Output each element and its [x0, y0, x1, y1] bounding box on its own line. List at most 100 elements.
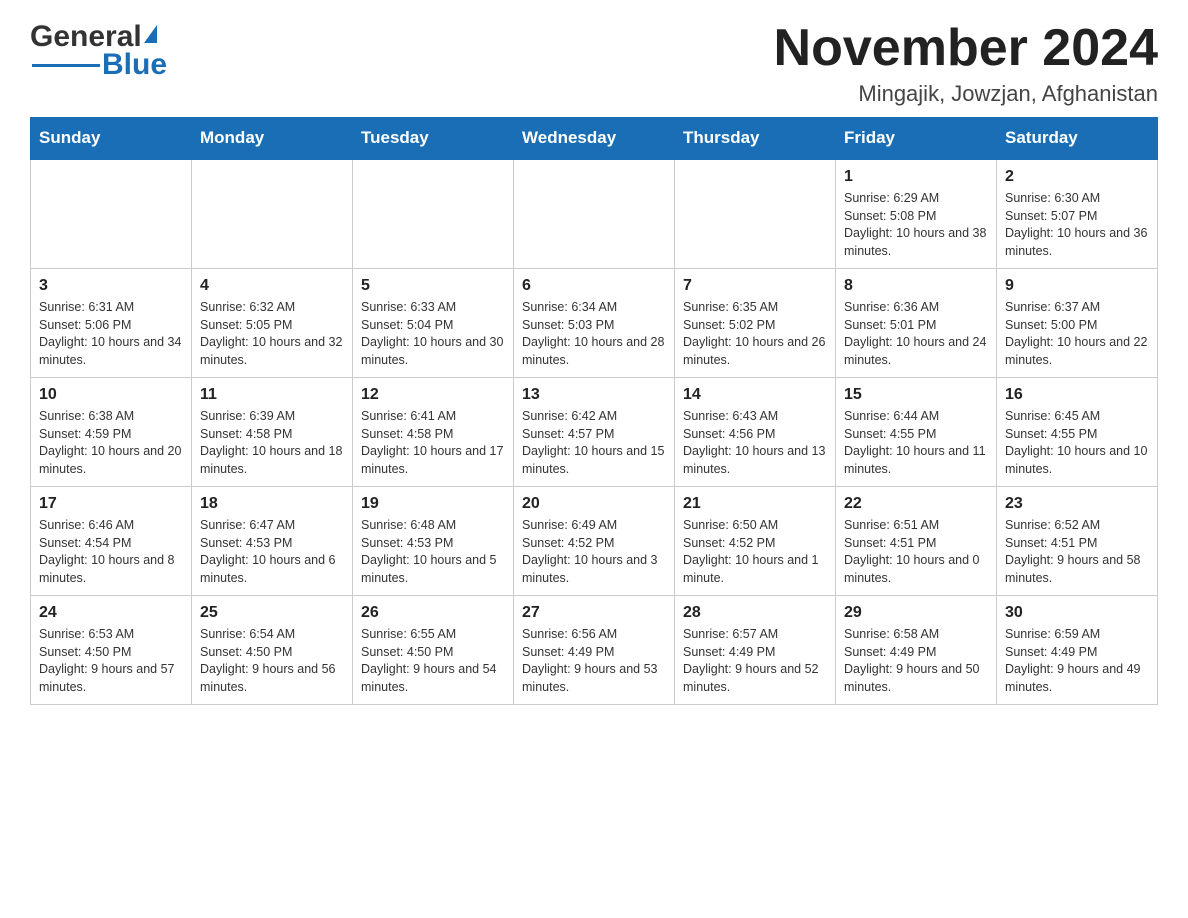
day-number: 24 — [39, 604, 183, 622]
calendar-cell: 25 Sunrise: 6:54 AMSunset: 4:50 PMDayligh… — [192, 596, 353, 705]
calendar-cell: 23 Sunrise: 6:52 AMSunset: 4:51 PMDayligh… — [997, 487, 1158, 596]
calendar-cell: 29 Sunrise: 6:58 AMSunset: 4:49 PMDayligh… — [836, 596, 997, 705]
calendar-cell: 10 Sunrise: 6:38 AMSunset: 4:59 PMDayligh… — [31, 378, 192, 487]
calendar-cell: 18 Sunrise: 6:47 AMSunset: 4:53 PMDayligh… — [192, 487, 353, 596]
calendar-header-friday: Friday — [836, 118, 997, 160]
day-info: Sunrise: 6:47 AMSunset: 4:53 PMDaylight:… — [200, 517, 344, 587]
day-number: 30 — [1005, 604, 1149, 622]
day-info: Sunrise: 6:42 AMSunset: 4:57 PMDaylight:… — [522, 408, 666, 478]
calendar-cell: 27Sunrise: 6:56 AMSunset: 4:49 PMDayligh… — [514, 596, 675, 705]
calendar-cell: 3Sunrise: 6:31 AMSunset: 5:06 PMDaylight… — [31, 269, 192, 378]
day-number: 16 — [1005, 386, 1149, 404]
calendar-cell: 11 Sunrise: 6:39 AMSunset: 4:58 PMDayligh… — [192, 378, 353, 487]
day-info: Sunrise: 6:53 AMSunset: 4:50 PMDaylight:… — [39, 626, 183, 696]
day-number: 3 — [39, 277, 183, 295]
day-number: 18 — [200, 495, 344, 513]
day-number: 28 — [683, 604, 827, 622]
calendar-cell: 20 Sunrise: 6:49 AMSunset: 4:52 PMDayligh… — [514, 487, 675, 596]
day-number: 23 — [1005, 495, 1149, 513]
calendar-week-2: 3Sunrise: 6:31 AMSunset: 5:06 PMDaylight… — [31, 269, 1158, 378]
day-number: 2 — [1005, 168, 1149, 186]
day-info: Sunrise: 6:52 AMSunset: 4:51 PMDaylight:… — [1005, 517, 1149, 587]
day-number: 7 — [683, 277, 827, 295]
day-number: 8 — [844, 277, 988, 295]
calendar-cell: 2 Sunrise: 6:30 AMSunset: 5:07 PMDaylight… — [997, 159, 1158, 269]
calendar-table: SundayMondayTuesdayWednesdayThursdayFrid… — [30, 117, 1158, 705]
calendar-cell: 30 Sunrise: 6:59 AMSunset: 4:49 PMDayligh… — [997, 596, 1158, 705]
day-number: 12 — [361, 386, 505, 404]
calendar-week-3: 10 Sunrise: 6:38 AMSunset: 4:59 PMDayligh… — [31, 378, 1158, 487]
day-info: Sunrise: 6:39 AMSunset: 4:58 PMDaylight:… — [200, 408, 344, 478]
logo-underline — [32, 64, 100, 67]
day-info: Sunrise: 6:41 AMSunset: 4:58 PMDaylight:… — [361, 408, 505, 478]
calendar-cell — [514, 159, 675, 269]
day-info: Sunrise: 6:32 AMSunset: 5:05 PMDaylight:… — [200, 299, 344, 369]
calendar-week-1: 1 Sunrise: 6:29 AMSunset: 5:08 PMDaylight… — [31, 159, 1158, 269]
calendar-cell: 21Sunrise: 6:50 AMSunset: 4:52 PMDayligh… — [675, 487, 836, 596]
calendar-header-tuesday: Tuesday — [353, 118, 514, 160]
day-number: 29 — [844, 604, 988, 622]
day-number: 11 — [200, 386, 344, 404]
day-number: 20 — [522, 495, 666, 513]
day-number: 1 — [844, 168, 988, 186]
calendar-cell: 19 Sunrise: 6:48 AMSunset: 4:53 PMDayligh… — [353, 487, 514, 596]
calendar-header-thursday: Thursday — [675, 118, 836, 160]
day-info: Sunrise: 6:46 AMSunset: 4:54 PMDaylight:… — [39, 517, 183, 587]
day-info: Sunrise: 6:54 AMSunset: 4:50 PMDaylight:… — [200, 626, 344, 696]
day-number: 10 — [39, 386, 183, 404]
calendar-header-saturday: Saturday — [997, 118, 1158, 160]
day-number: 14 — [683, 386, 827, 404]
calendar-week-5: 24 Sunrise: 6:53 AMSunset: 4:50 PMDayligh… — [31, 596, 1158, 705]
calendar-cell: 15Sunrise: 6:44 AMSunset: 4:55 PMDayligh… — [836, 378, 997, 487]
day-number: 9 — [1005, 277, 1149, 295]
day-info: Sunrise: 6:36 AMSunset: 5:01 PMDaylight:… — [844, 299, 988, 369]
day-info: Sunrise: 6:57 AMSunset: 4:49 PMDaylight:… — [683, 626, 827, 696]
day-number: 25 — [200, 604, 344, 622]
calendar-cell — [192, 159, 353, 269]
day-number: 17 — [39, 495, 183, 513]
day-info: Sunrise: 6:50 AMSunset: 4:52 PMDaylight:… — [683, 517, 827, 587]
calendar-cell: 8 Sunrise: 6:36 AMSunset: 5:01 PMDaylight… — [836, 269, 997, 378]
logo-triangle-icon — [144, 25, 157, 43]
calendar-header-sunday: Sunday — [31, 118, 192, 160]
calendar-cell — [675, 159, 836, 269]
day-info: Sunrise: 6:43 AMSunset: 4:56 PMDaylight:… — [683, 408, 827, 478]
day-info: Sunrise: 6:29 AMSunset: 5:08 PMDaylight:… — [844, 190, 988, 260]
calendar-header-row: SundayMondayTuesdayWednesdayThursdayFrid… — [31, 118, 1158, 160]
calendar-cell: 12 Sunrise: 6:41 AMSunset: 4:58 PMDayligh… — [353, 378, 514, 487]
calendar-cell: 16 Sunrise: 6:45 AMSunset: 4:55 PMDayligh… — [997, 378, 1158, 487]
day-number: 5 — [361, 277, 505, 295]
day-info: Sunrise: 6:44 AMSunset: 4:55 PMDaylight:… — [844, 408, 988, 478]
calendar-cell — [31, 159, 192, 269]
day-info: Sunrise: 6:49 AMSunset: 4:52 PMDaylight:… — [522, 517, 666, 587]
day-info: Sunrise: 6:48 AMSunset: 4:53 PMDaylight:… — [361, 517, 505, 587]
day-number: 27 — [522, 604, 666, 622]
calendar-cell: 6Sunrise: 6:34 AMSunset: 5:03 PMDaylight… — [514, 269, 675, 378]
calendar-cell: 1 Sunrise: 6:29 AMSunset: 5:08 PMDaylight… — [836, 159, 997, 269]
day-info: Sunrise: 6:38 AMSunset: 4:59 PMDaylight:… — [39, 408, 183, 478]
logo: General Blue — [30, 20, 167, 80]
day-info: Sunrise: 6:59 AMSunset: 4:49 PMDaylight:… — [1005, 626, 1149, 696]
day-info: Sunrise: 6:51 AMSunset: 4:51 PMDaylight:… — [844, 517, 988, 587]
day-info: Sunrise: 6:45 AMSunset: 4:55 PMDaylight:… — [1005, 408, 1149, 478]
calendar-week-4: 17 Sunrise: 6:46 AMSunset: 4:54 PMDayligh… — [31, 487, 1158, 596]
day-number: 13 — [522, 386, 666, 404]
day-number: 22 — [844, 495, 988, 513]
day-number: 19 — [361, 495, 505, 513]
day-info: Sunrise: 6:34 AMSunset: 5:03 PMDaylight:… — [522, 299, 666, 369]
calendar-cell: 28 Sunrise: 6:57 AMSunset: 4:49 PMDayligh… — [675, 596, 836, 705]
calendar-cell: 24 Sunrise: 6:53 AMSunset: 4:50 PMDayligh… — [31, 596, 192, 705]
day-info: Sunrise: 6:30 AMSunset: 5:07 PMDaylight:… — [1005, 190, 1149, 260]
day-info: Sunrise: 6:58 AMSunset: 4:49 PMDaylight:… — [844, 626, 988, 696]
main-title: November 2024 — [774, 20, 1158, 77]
day-info: Sunrise: 6:33 AMSunset: 5:04 PMDaylight:… — [361, 299, 505, 369]
calendar-cell — [353, 159, 514, 269]
calendar-cell: 14 Sunrise: 6:43 AMSunset: 4:56 PMDayligh… — [675, 378, 836, 487]
day-info: Sunrise: 6:35 AMSunset: 5:02 PMDaylight:… — [683, 299, 827, 369]
calendar-cell: 9 Sunrise: 6:37 AMSunset: 5:00 PMDaylight… — [997, 269, 1158, 378]
day-info: Sunrise: 6:37 AMSunset: 5:00 PMDaylight:… — [1005, 299, 1149, 369]
calendar-cell: 5 Sunrise: 6:33 AMSunset: 5:04 PMDaylight… — [353, 269, 514, 378]
calendar-header-monday: Monday — [192, 118, 353, 160]
subtitle: Mingajik, Jowzjan, Afghanistan — [774, 81, 1158, 107]
page-header: General Blue November 2024 Mingajik, Jow… — [30, 20, 1158, 107]
